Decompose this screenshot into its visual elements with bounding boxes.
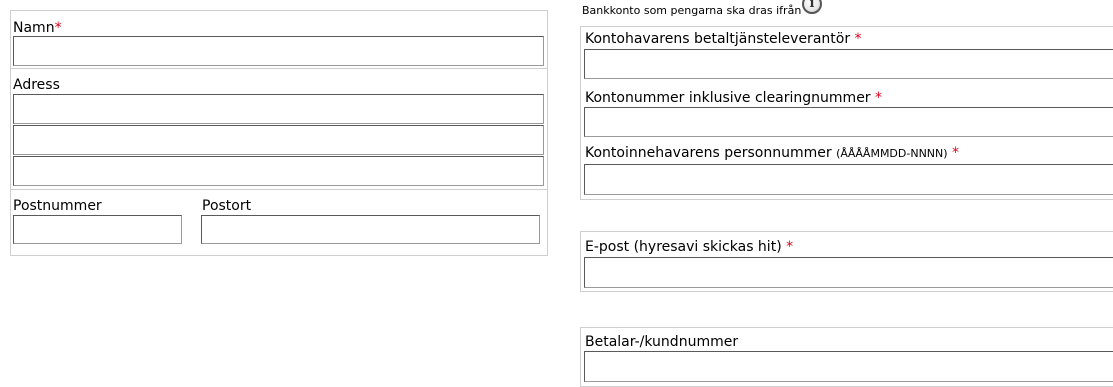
personal-number-label-text: Kontoinnehavarens personnummer xyxy=(585,145,832,161)
account-number-required-mark: * xyxy=(875,90,883,106)
name-required-mark: * xyxy=(54,20,62,36)
info-icon[interactable]: i xyxy=(802,0,822,14)
city-input[interactable] xyxy=(201,215,540,244)
name-input[interactable] xyxy=(13,36,544,66)
account-number-input[interactable] xyxy=(584,107,1113,137)
personal-number-required-mark: * xyxy=(952,145,960,161)
account-number-label-text: Kontonummer inklusive clearingnummer xyxy=(585,90,871,106)
customer-number-label: Betalar-/kundnummer xyxy=(585,334,739,350)
personal-number-label: Kontoinnehavarens personnummer (ÅÅÅÅMMDD… xyxy=(585,145,959,161)
provider-label-text: Kontohavarens betaltjänsteleverantör xyxy=(585,31,851,47)
provider-label: Kontohavarens betaltjänsteleverantör * xyxy=(585,31,862,47)
provider-input[interactable] xyxy=(584,49,1113,79)
personal-number-input[interactable] xyxy=(584,164,1113,195)
postal-code-label: Postnummer xyxy=(13,198,102,214)
name-label: Namn* xyxy=(13,20,62,36)
email-input[interactable] xyxy=(584,257,1113,288)
postal-code-input[interactable] xyxy=(13,215,182,244)
personal-number-format-hint: (ÅÅÅÅMMDD-NNNN) xyxy=(836,147,948,160)
account-number-label: Kontonummer inklusive clearingnummer * xyxy=(585,90,882,106)
address-line-3-input[interactable] xyxy=(13,156,544,186)
email-label: E-post (hyresavi skickas hit) * xyxy=(585,239,793,255)
email-label-text: E-post (hyresavi skickas hit) xyxy=(585,239,782,255)
customer-number-input[interactable] xyxy=(584,351,1113,382)
address-line-1-input[interactable] xyxy=(13,94,544,124)
city-label: Postort xyxy=(202,198,252,214)
name-label-text: Namn xyxy=(13,20,55,36)
bank-account-heading: Bankkonto som pengarna ska dras ifrån xyxy=(582,4,802,17)
address-label: Adress xyxy=(13,77,60,93)
email-required-mark: * xyxy=(786,239,794,255)
address-line-2-input[interactable] xyxy=(13,125,544,155)
provider-required-mark: * xyxy=(854,31,862,47)
